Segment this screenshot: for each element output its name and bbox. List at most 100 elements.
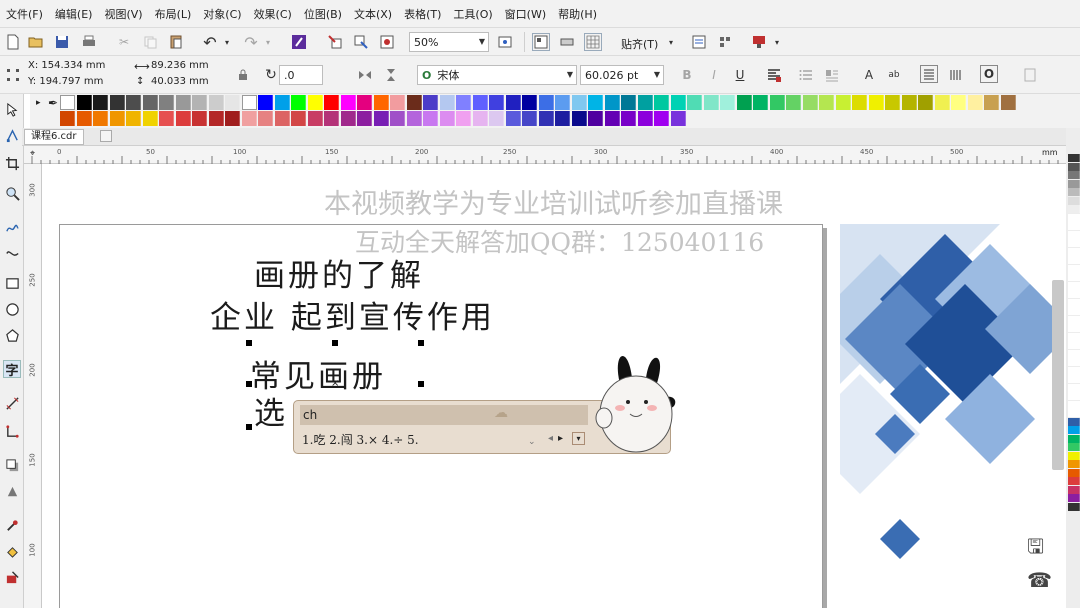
width-field[interactable]: 89.236 mm xyxy=(151,60,209,71)
side-color-swatch[interactable] xyxy=(1068,417,1080,426)
drop-shadow-tool-icon[interactable] xyxy=(3,456,21,474)
drop-cap-icon[interactable] xyxy=(823,66,841,84)
cut-icon[interactable]: ✂ xyxy=(115,33,133,51)
color-swatch[interactable] xyxy=(208,111,224,126)
snap-dropdown-icon[interactable]: ▾ xyxy=(662,33,680,51)
color-swatch[interactable] xyxy=(472,95,488,110)
color-swatch[interactable] xyxy=(522,111,537,126)
object-origin-icon[interactable] xyxy=(4,66,22,84)
side-color-swatch[interactable] xyxy=(1068,341,1080,349)
eyedropper-palette-icon[interactable]: ✒ xyxy=(48,96,58,110)
polygon-tool-icon[interactable] xyxy=(3,326,21,344)
color-swatch[interactable] xyxy=(357,111,372,126)
color-swatch[interactable] xyxy=(159,95,174,110)
rotation-field[interactable]: .0 xyxy=(279,65,323,85)
selection-handle[interactable] xyxy=(332,340,338,346)
palette-scroll-left-icon[interactable]: ▸ xyxy=(36,98,41,108)
color-swatch[interactable] xyxy=(522,95,537,110)
color-swatch[interactable] xyxy=(93,111,108,126)
color-swatch[interactable] xyxy=(109,111,125,126)
color-swatch[interactable] xyxy=(439,95,455,110)
color-swatch[interactable] xyxy=(307,95,323,110)
side-color-swatch[interactable] xyxy=(1068,460,1080,468)
color-swatch[interactable] xyxy=(555,95,570,110)
color-swatch[interactable] xyxy=(340,95,356,110)
selection-handle[interactable] xyxy=(246,340,252,346)
text-frame-icon[interactable] xyxy=(1021,66,1039,84)
color-swatch[interactable] xyxy=(175,111,191,126)
color-swatch[interactable] xyxy=(472,111,488,126)
color-swatch[interactable] xyxy=(76,95,92,110)
horizontal-text-icon[interactable] xyxy=(920,65,938,83)
freehand-tool-icon[interactable] xyxy=(3,218,21,236)
color-swatch[interactable] xyxy=(456,95,471,110)
color-swatch[interactable] xyxy=(934,95,950,110)
side-color-swatch[interactable] xyxy=(1068,366,1080,375)
zoom-combo[interactable]: 50% ▼ xyxy=(409,32,489,52)
color-swatch[interactable] xyxy=(637,95,653,110)
x-position-field[interactable]: X: 154.334 mm xyxy=(28,60,105,71)
ime-next-page-icon[interactable]: ▸ xyxy=(558,433,563,444)
vertical-scrollbar[interactable] xyxy=(1052,280,1064,470)
color-swatch[interactable] xyxy=(885,95,900,110)
color-swatch[interactable] xyxy=(456,111,471,126)
color-swatch[interactable] xyxy=(621,111,636,126)
color-swatch[interactable] xyxy=(258,111,273,126)
text-line-4[interactable]: 选 xyxy=(254,388,285,433)
color-swatch[interactable] xyxy=(60,111,75,126)
color-swatch[interactable] xyxy=(423,95,438,110)
export-icon[interactable] xyxy=(352,33,370,51)
bold-icon[interactable]: B xyxy=(678,66,696,84)
color-swatch[interactable] xyxy=(505,111,521,126)
side-color-swatch[interactable] xyxy=(1068,162,1080,171)
color-swatch[interactable] xyxy=(241,95,257,110)
color-swatch[interactable] xyxy=(687,95,702,110)
color-swatch[interactable] xyxy=(142,111,158,126)
interactive-fill-tool-icon[interactable] xyxy=(3,542,21,560)
y-position-field[interactable]: Y: 194.797 mm xyxy=(28,76,103,87)
mirror-vertical-icon[interactable] xyxy=(382,66,400,84)
rectangle-tool-icon[interactable] xyxy=(3,274,21,292)
ime-prev-page-icon[interactable]: ◂ xyxy=(548,433,553,444)
text-line-1[interactable]: 画册的了解 xyxy=(254,250,424,295)
color-swatch[interactable] xyxy=(621,95,636,110)
color-swatch[interactable] xyxy=(60,95,75,110)
color-swatch[interactable] xyxy=(324,111,339,126)
welcome-dropdown-icon[interactable]: ▾ xyxy=(768,33,786,51)
color-swatch[interactable] xyxy=(819,95,834,110)
side-color-swatch[interactable] xyxy=(1068,494,1080,502)
side-color-swatch[interactable] xyxy=(1068,383,1080,392)
color-swatch[interactable] xyxy=(258,95,273,110)
menu-text[interactable]: 文本(X) xyxy=(354,6,392,22)
zoom-tool-icon[interactable] xyxy=(3,184,21,202)
color-swatch[interactable] xyxy=(489,95,504,110)
color-swatch[interactable] xyxy=(291,111,306,126)
ime-candidate-list[interactable]: 1.吃 2.闯 3.× 4.÷ 5. xyxy=(302,431,419,448)
color-swatch[interactable] xyxy=(571,95,587,110)
color-swatch[interactable] xyxy=(324,95,339,110)
color-swatch[interactable] xyxy=(274,95,290,110)
phone-floating-icon[interactable]: ☎ xyxy=(1027,568,1052,592)
connector-tool-icon[interactable] xyxy=(3,422,21,440)
text-tool-icon[interactable]: 字 xyxy=(3,360,21,379)
side-color-swatch[interactable] xyxy=(1068,213,1080,222)
color-swatch[interactable] xyxy=(489,111,504,126)
side-color-swatch[interactable] xyxy=(1068,400,1080,409)
pick-tool-icon[interactable] xyxy=(3,100,21,118)
color-swatch[interactable] xyxy=(192,111,207,126)
search-content-icon[interactable] xyxy=(290,33,308,51)
interactive-opentype-icon[interactable]: O xyxy=(980,65,998,83)
side-color-swatch[interactable] xyxy=(1068,468,1080,477)
side-color-swatch[interactable] xyxy=(1068,477,1080,485)
full-screen-preview-icon[interactable] xyxy=(532,33,550,51)
side-color-swatch[interactable] xyxy=(1068,392,1080,400)
side-color-swatch[interactable] xyxy=(1068,409,1080,417)
ime-input-field[interactable]: ch xyxy=(300,405,588,425)
side-color-swatch[interactable] xyxy=(1068,375,1080,383)
paste-icon[interactable] xyxy=(167,33,185,51)
color-swatch[interactable] xyxy=(225,111,240,126)
edit-text-icon[interactable]: ab xyxy=(885,66,903,84)
color-swatch[interactable] xyxy=(505,95,521,110)
side-color-swatch[interactable] xyxy=(1068,434,1080,443)
color-swatch[interactable] xyxy=(984,95,999,110)
